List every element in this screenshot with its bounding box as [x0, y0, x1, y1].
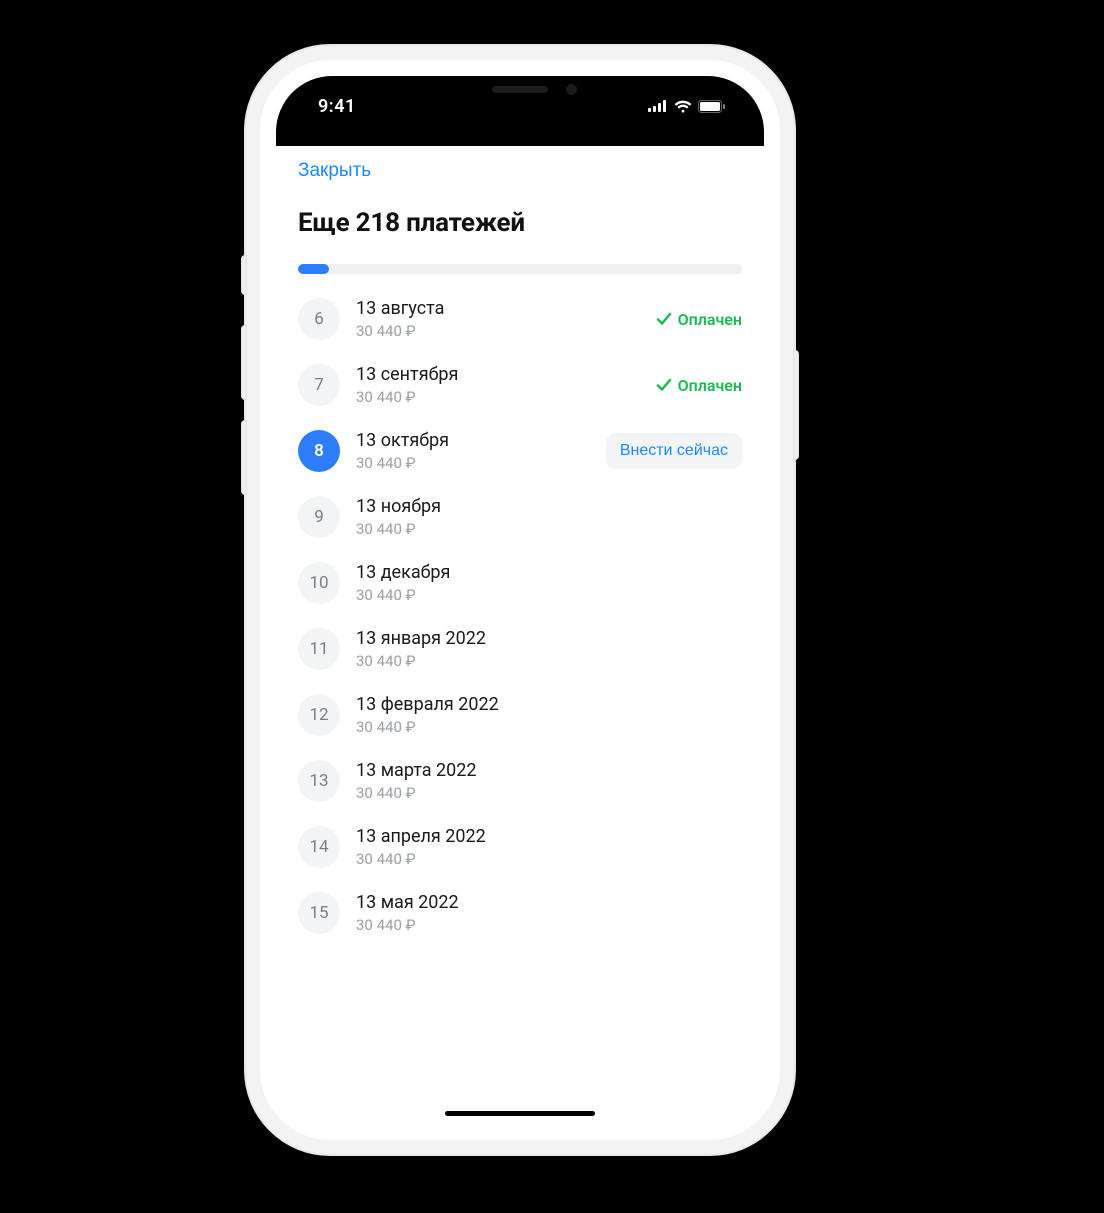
payment-amount: 30 440 ₽: [356, 784, 726, 802]
payment-amount: 30 440 ₽: [356, 454, 590, 472]
payment-number: 6: [298, 298, 340, 340]
volume-down-button: [241, 420, 247, 495]
payment-row[interactable]: 12 13 февраля 2022 30 440 ₽: [276, 682, 764, 748]
payment-number: 13: [298, 760, 340, 802]
payment-row[interactable]: 14 13 апреля 2022 30 440 ₽: [276, 814, 764, 880]
cellular-icon: [648, 100, 668, 112]
mute-switch: [241, 255, 247, 295]
payment-info: 13 марта 2022 30 440 ₽: [356, 760, 726, 802]
progress-fill: [298, 264, 329, 274]
status-due: Внести сейчас: [606, 433, 742, 469]
check-icon: [656, 377, 672, 393]
payment-info: 13 мая 2022 30 440 ₽: [356, 892, 726, 934]
payment-row[interactable]: 11 13 января 2022 30 440 ₽: [276, 616, 764, 682]
payment-number: 8: [298, 430, 340, 472]
payment-row[interactable]: 7 13 сентября 30 440 ₽ Оплачен: [276, 352, 764, 418]
payment-row[interactable]: 10 13 декабря 30 440 ₽: [276, 550, 764, 616]
payment-info: 13 ноября 30 440 ₽: [356, 496, 726, 538]
payment-row[interactable]: 6 13 августа 30 440 ₽ Оплачен: [276, 286, 764, 352]
payment-date: 13 августа: [356, 298, 640, 320]
payment-date: 13 декабря: [356, 562, 726, 584]
payment-amount: 30 440 ₽: [356, 388, 640, 406]
payment-date: 13 мая 2022: [356, 892, 726, 914]
pay-now-button[interactable]: Внести сейчас: [606, 433, 742, 469]
home-indicator[interactable]: [445, 1111, 595, 1116]
payment-row[interactable]: 13 13 марта 2022 30 440 ₽: [276, 748, 764, 814]
payment-row[interactable]: 9 13 ноября 30 440 ₽: [276, 484, 764, 550]
payment-number: 15: [298, 892, 340, 934]
payment-amount: 30 440 ₽: [356, 850, 726, 868]
payment-number: 9: [298, 496, 340, 538]
payment-amount: 30 440 ₽: [356, 520, 726, 538]
paid-badge: Оплачен: [656, 310, 742, 329]
payment-amount: 30 440 ₽: [356, 322, 640, 340]
payment-number: 12: [298, 694, 340, 736]
screen: 9:41 Закрыть Еще 218 платежей 6 13 август…: [276, 76, 764, 1124]
phone-frame: 9:41 Закрыть Еще 218 платежей 6 13 август…: [260, 60, 780, 1140]
volume-up-button: [241, 325, 247, 400]
payment-info: 13 апреля 2022 30 440 ₽: [356, 826, 726, 868]
check-icon: [656, 311, 672, 327]
payment-amount: 30 440 ₽: [356, 652, 726, 670]
header: Еще 218 платежей: [276, 190, 764, 248]
payment-row[interactable]: 8 13 октября 30 440 ₽ Внести сейчас: [276, 418, 764, 484]
payment-info: 13 августа 30 440 ₽: [356, 298, 640, 340]
page-title: Еще 218 платежей: [298, 208, 742, 238]
payment-number: 11: [298, 628, 340, 670]
status-paid: Оплачен: [656, 376, 742, 395]
close-button[interactable]: Закрыть: [298, 160, 371, 182]
payment-date: 13 октября: [356, 430, 590, 452]
status-bar: 9:41: [276, 76, 764, 146]
payment-date: 13 января 2022: [356, 628, 726, 650]
payment-date: 13 сентября: [356, 364, 640, 386]
payments-list[interactable]: 6 13 августа 30 440 ₽ Оплачен 7 13 сентября 30…: [276, 280, 764, 946]
payment-info: 13 сентября 30 440 ₽: [356, 364, 640, 406]
payment-info: 13 октября 30 440 ₽: [356, 430, 590, 472]
payment-number: 7: [298, 364, 340, 406]
wifi-icon: [674, 100, 692, 113]
payment-amount: 30 440 ₽: [356, 718, 726, 736]
status-icons: [648, 100, 732, 113]
payment-number: 14: [298, 826, 340, 868]
payment-info: 13 января 2022 30 440 ₽: [356, 628, 726, 670]
payment-date: 13 марта 2022: [356, 760, 726, 782]
paid-badge: Оплачен: [656, 376, 742, 395]
status-time: 9:41: [308, 96, 356, 117]
payment-date: 13 апреля 2022: [356, 826, 726, 848]
progress-bar: [298, 264, 742, 274]
power-button: [793, 350, 799, 460]
payment-date: 13 ноября: [356, 496, 726, 518]
payment-row[interactable]: 15 13 мая 2022 30 440 ₽: [276, 880, 764, 946]
payment-info: 13 февраля 2022 30 440 ₽: [356, 694, 726, 736]
payment-amount: 30 440 ₽: [356, 586, 726, 604]
payment-number: 10: [298, 562, 340, 604]
status-paid: Оплачен: [656, 310, 742, 329]
nav-bar: Закрыть: [276, 146, 764, 190]
payment-info: 13 декабря 30 440 ₽: [356, 562, 726, 604]
payment-date: 13 февраля 2022: [356, 694, 726, 716]
battery-icon: [698, 100, 726, 113]
notch: [415, 76, 625, 114]
payment-amount: 30 440 ₽: [356, 916, 726, 934]
